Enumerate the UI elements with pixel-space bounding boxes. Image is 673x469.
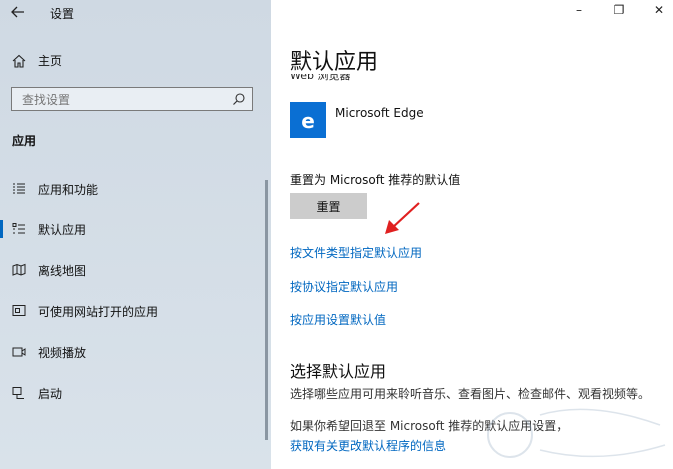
sidebar-item-offline-maps[interactable]: 离线地图 xyxy=(0,257,271,283)
sidebar-item-startup[interactable]: 启动 xyxy=(0,380,271,406)
close-button[interactable]: ✕ xyxy=(649,3,669,19)
sidebar-item-default-apps[interactable]: 默认应用 xyxy=(0,216,271,242)
window-title: 设置 xyxy=(50,7,75,21)
page-title: 默认应用 xyxy=(290,50,379,75)
back-arrow-icon[interactable] xyxy=(10,4,26,20)
sidebar-item-label: 离线地图 xyxy=(38,263,87,278)
maximize-button[interactable]: ❐ xyxy=(609,3,629,19)
startup-icon xyxy=(12,386,26,400)
link-by-protocol[interactable]: 按协议指定默认应用 xyxy=(290,278,398,295)
link-by-file-type[interactable]: 按文件类型指定默认应用 xyxy=(290,244,422,261)
sidebar-home-label: 主页 xyxy=(38,54,63,68)
web-browser-label: Web 浏览器 xyxy=(290,74,350,84)
web-browser-label-text: Web 浏览器 xyxy=(290,74,351,82)
sidebar-item-label: 应用和功能 xyxy=(38,182,99,197)
link-more-info[interactable]: 获取有关更改默认程序的信息 xyxy=(290,437,446,454)
svg-text:e: e xyxy=(301,109,315,133)
sidebar-item-label: 可使用网站打开的应用 xyxy=(38,304,159,319)
sidebar: 设置 主页 应用 应用和功能 默认应用 离线地图 可使用网站打 xyxy=(0,0,271,469)
sidebar-item-apps-features[interactable]: 应用和功能 xyxy=(0,176,271,202)
apps-for-websites-icon xyxy=(12,304,26,318)
sidebar-item-label: 视频播放 xyxy=(38,345,87,360)
default-browser-name[interactable]: Microsoft Edge xyxy=(335,106,424,120)
sidebar-item-apps-for-websites[interactable]: 可使用网站打开的应用 xyxy=(0,298,271,324)
search-box[interactable] xyxy=(11,87,253,111)
edge-icon[interactable]: e xyxy=(290,102,326,138)
apps-list-icon xyxy=(12,182,26,196)
home-icon xyxy=(12,54,26,68)
choose-default-apps-heading: 选择默认应用 xyxy=(290,362,387,381)
reset-button[interactable]: 重置 xyxy=(290,193,367,219)
main-content: – ❐ ✕ 默认应用 Web 浏览器 e Microsoft Edge 重置为 … xyxy=(271,0,673,469)
sidebar-item-video-playback[interactable]: 视频播放 xyxy=(0,339,271,365)
search-icon[interactable] xyxy=(232,92,246,106)
red-arrow-annotation xyxy=(385,202,420,234)
sidebar-scrollbar[interactable] xyxy=(265,180,268,440)
watermark xyxy=(487,408,666,458)
video-playback-icon xyxy=(12,345,26,359)
sidebar-item-label: 启动 xyxy=(38,386,63,401)
offline-maps-icon xyxy=(12,263,26,277)
search-input[interactable] xyxy=(20,91,224,109)
sidebar-home[interactable]: 主页 xyxy=(12,52,62,69)
minimize-button[interactable]: – xyxy=(569,3,589,19)
default-apps-icon xyxy=(12,222,26,236)
reset-label: 重置为 Microsoft 推荐的默认值 xyxy=(290,173,461,187)
sidebar-item-label: 默认应用 xyxy=(38,222,87,237)
link-by-app[interactable]: 按应用设置默认值 xyxy=(290,311,386,328)
section-heading-apps: 应用 xyxy=(12,134,37,148)
